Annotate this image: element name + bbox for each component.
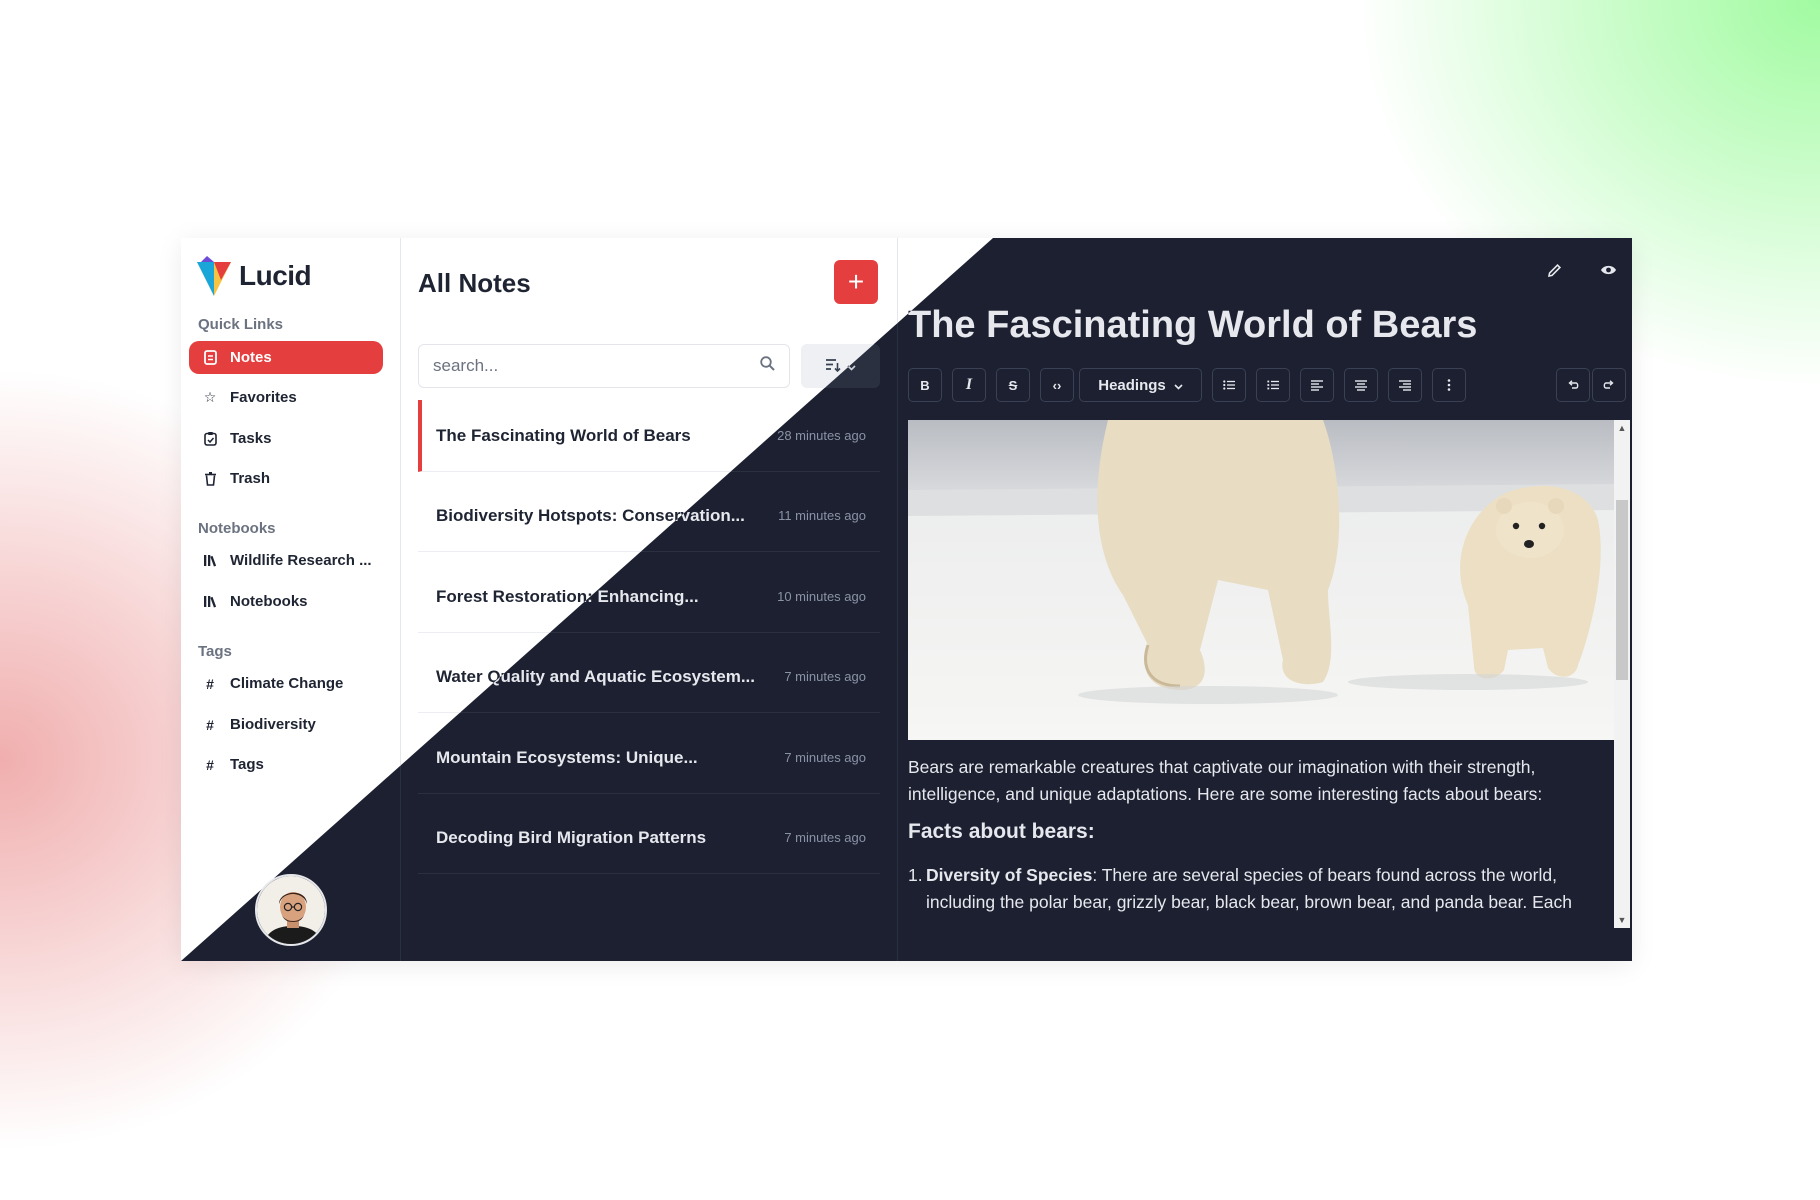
redo-button[interactable] bbox=[1592, 368, 1626, 402]
scroll-up-icon[interactable]: ▲ bbox=[1614, 420, 1630, 436]
strikethrough-button[interactable]: S bbox=[996, 368, 1030, 402]
user-avatar-image bbox=[257, 876, 325, 944]
note-list-item[interactable]: Mountain Ecosystems: Unique... 7 minutes… bbox=[418, 722, 880, 794]
sidebar-item-climate-change[interactable]: # Climate Change bbox=[189, 667, 383, 700]
sidebar-item-label: Tasks bbox=[230, 430, 272, 447]
section-heading: Facts about bears: bbox=[908, 820, 1095, 843]
trash-icon bbox=[202, 471, 218, 487]
add-note-button[interactable]: + bbox=[834, 260, 878, 304]
editor-panel: The Fascinating World of Bears B I S ‹› … bbox=[898, 238, 1632, 961]
editor-scrollbar[interactable]: ▲ ▼ bbox=[1614, 420, 1630, 928]
sidebar-item-label: Biodiversity bbox=[230, 716, 316, 733]
page-title: All Notes bbox=[418, 268, 531, 298]
note-title: Mountain Ecosystems: Unique... bbox=[436, 747, 698, 767]
align-center-button[interactable] bbox=[1344, 368, 1378, 402]
hash-icon: # bbox=[206, 756, 214, 773]
sort-icon bbox=[825, 358, 841, 375]
note-time: 11 minutes ago bbox=[778, 508, 866, 523]
polar-bears-image bbox=[908, 420, 1614, 740]
app-window: Lucid Quick Links Notes ☆ Favorites Task… bbox=[181, 238, 1632, 961]
list-item: 1. Diversity of Species: There are sever… bbox=[908, 862, 1614, 916]
quick-links-title: Quick Links bbox=[198, 316, 284, 333]
sidebar-item-biodiversity[interactable]: # Biodiversity bbox=[189, 708, 383, 741]
sidebar-item-wildlife-research[interactable]: Wildlife Research ... bbox=[189, 544, 383, 577]
sidebar-item-label: Favorites bbox=[230, 389, 297, 406]
hash-icon: # bbox=[206, 675, 214, 692]
list-item-bold: Diversity of Species bbox=[926, 865, 1093, 885]
align-right-button[interactable] bbox=[1388, 368, 1422, 402]
note-title: Decoding Bird Migration Patterns bbox=[436, 827, 707, 847]
sidebar-item-notes[interactable]: Notes bbox=[189, 341, 383, 374]
sidebar-item-label: Climate Change bbox=[230, 675, 344, 692]
headings-label: Headings bbox=[1098, 376, 1166, 394]
search-input[interactable]: search... bbox=[418, 344, 790, 388]
note-time: 10 minutes ago bbox=[777, 589, 866, 604]
note-time: 7 minutes ago bbox=[784, 750, 866, 765]
sidebar-item-label: Wildlife Research ... bbox=[230, 552, 372, 569]
star-icon: ☆ bbox=[203, 389, 217, 405]
note-list-item[interactable]: Decoding Bird Migration Patterns 7 minut… bbox=[418, 802, 880, 874]
sidebar-item-label: Notes bbox=[230, 349, 272, 366]
scrollbar-thumb[interactable] bbox=[1616, 500, 1628, 680]
scroll-down-icon[interactable]: ▼ bbox=[1614, 912, 1630, 928]
editor-toolbar: B I S ‹› Headings bbox=[908, 368, 1626, 404]
chevron-down-icon bbox=[1174, 377, 1183, 394]
more-options-icon[interactable] bbox=[1432, 368, 1466, 402]
bullet-list-button[interactable] bbox=[1212, 368, 1246, 402]
hash-icon: # bbox=[206, 716, 214, 733]
note-content[interactable]: Bears are remarkable creatures that capt… bbox=[908, 420, 1614, 940]
sidebar-item-favorites[interactable]: ☆ Favorites bbox=[189, 381, 383, 414]
pencil-icon[interactable] bbox=[1544, 260, 1564, 280]
search-placeholder: search... bbox=[433, 356, 499, 375]
note-title-heading[interactable]: The Fascinating World of Bears bbox=[908, 304, 1477, 347]
headings-dropdown[interactable]: Headings bbox=[1079, 368, 1202, 402]
eye-icon[interactable] bbox=[1598, 260, 1618, 280]
notebooks-title: Notebooks bbox=[198, 520, 276, 537]
tags-title: Tags bbox=[198, 643, 232, 660]
library-icon bbox=[202, 553, 218, 569]
sidebar-item-label: Trash bbox=[230, 470, 271, 487]
align-left-button[interactable] bbox=[1300, 368, 1334, 402]
sidebar-item-notebooks[interactable]: Notebooks bbox=[189, 585, 383, 618]
italic-button[interactable]: I bbox=[952, 368, 986, 402]
undo-button[interactable] bbox=[1556, 368, 1590, 402]
sidebar-item-label: Tags bbox=[230, 756, 264, 773]
ordered-list-button[interactable] bbox=[1256, 368, 1290, 402]
clipboard-icon bbox=[202, 431, 218, 447]
note-time: 7 minutes ago bbox=[784, 669, 866, 684]
sidebar-item-label: Notebooks bbox=[230, 593, 308, 610]
bold-button[interactable]: B bbox=[908, 368, 942, 402]
note-icon bbox=[202, 350, 218, 366]
logo-icon bbox=[197, 256, 231, 296]
list-item-text: Diversity of Species: There are several … bbox=[926, 862, 1614, 916]
note-time: 28 minutes ago bbox=[777, 428, 866, 443]
note-time: 7 minutes ago bbox=[784, 830, 866, 845]
search-icon[interactable] bbox=[760, 356, 775, 376]
list-number: 1. bbox=[908, 865, 923, 885]
sidebar-item-trash[interactable]: Trash bbox=[189, 462, 383, 495]
app-name: Lucid bbox=[239, 260, 312, 291]
logo[interactable]: Lucid bbox=[197, 256, 312, 296]
intro-paragraph: Bears are remarkable creatures that capt… bbox=[908, 757, 1543, 804]
sidebar-item-tags[interactable]: # Tags bbox=[189, 748, 383, 781]
note-title: The Fascinating World of Bears bbox=[436, 425, 691, 445]
code-button[interactable]: ‹› bbox=[1040, 368, 1074, 402]
library-icon bbox=[202, 594, 218, 610]
sidebar-item-tasks[interactable]: Tasks bbox=[189, 422, 383, 455]
